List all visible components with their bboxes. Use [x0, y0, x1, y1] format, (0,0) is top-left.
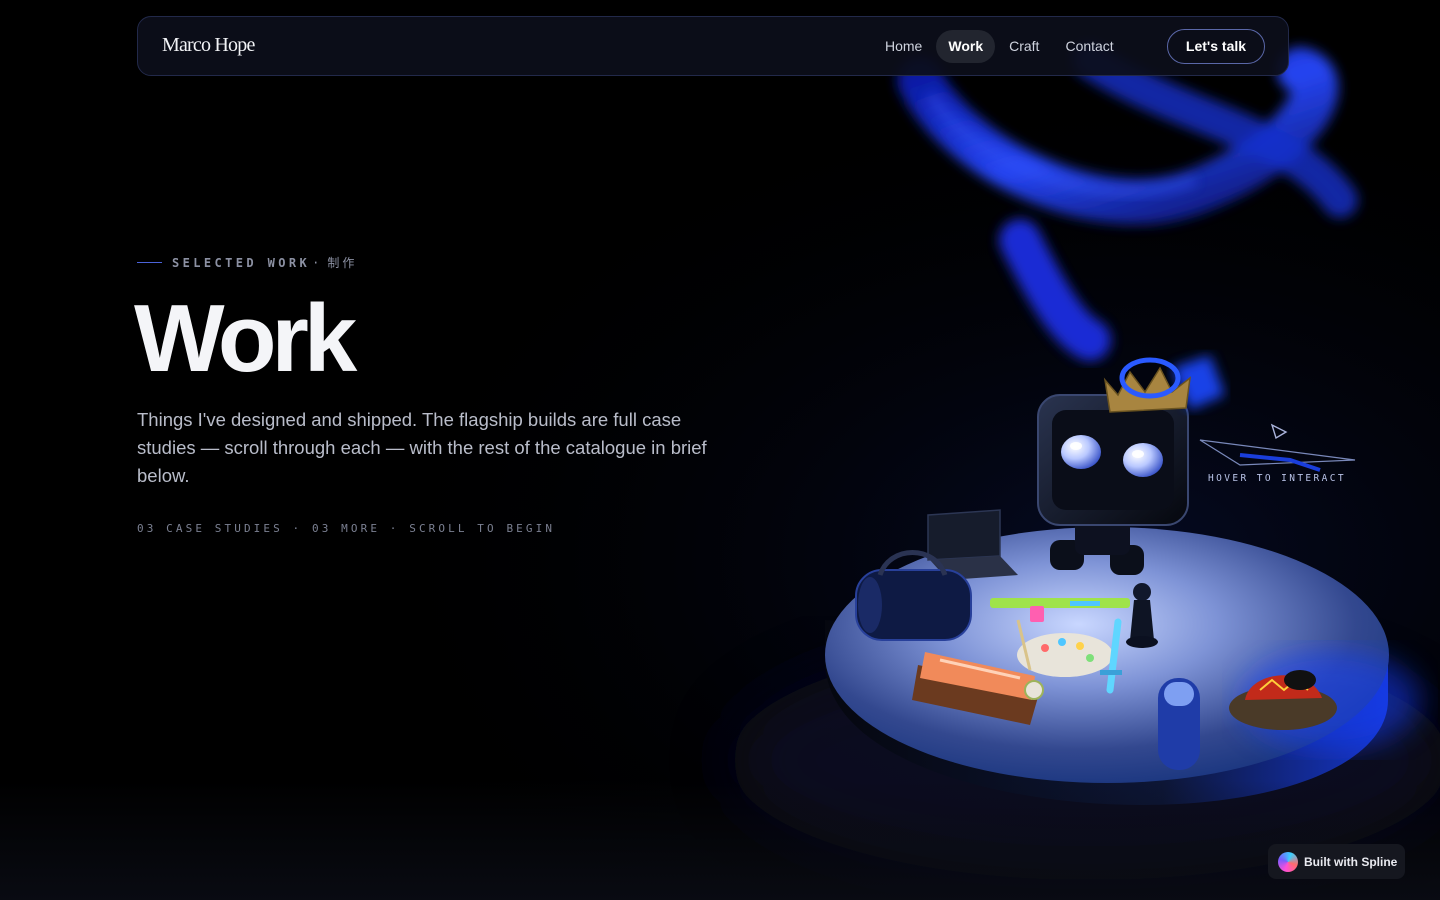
brand-logo[interactable]: Marco Hope — [162, 34, 255, 57]
skateboard-icon — [1158, 678, 1200, 770]
spline-badge-label: Built with Spline — [1304, 854, 1398, 869]
nav-link-home[interactable]: Home — [873, 30, 934, 63]
spline-logo-icon — [1278, 851, 1298, 872]
lets-talk-button[interactable]: Let's talk — [1167, 29, 1265, 64]
eyebrow-label: SELECTED WORK — [172, 255, 311, 270]
nav-link-contact[interactable]: Contact — [1053, 30, 1125, 63]
hover-hint: HOVER TO INTERACT — [1208, 473, 1347, 484]
section-meta: 03 CASE STUDIES · 03 MORE · SCROLL TO BE… — [137, 522, 556, 535]
nav-links: Home Work Craft Contact — [873, 30, 1128, 63]
eyebrow: SELECTED WORK · 制作 — [137, 254, 357, 271]
eyebrow-separator: · — [312, 255, 320, 270]
nav-link-craft[interactable]: Craft — [997, 30, 1051, 63]
page-title: Work — [134, 285, 357, 392]
top-nav: Marco Hope Home Work Craft Contact Let's… — [137, 16, 1289, 76]
eyebrow-cjk-label: 制作 — [327, 256, 358, 270]
nav-link-work[interactable]: Work — [936, 30, 996, 63]
page-description: Things I've designed and shipped. The fl… — [137, 409, 707, 486]
eyebrow-rule — [137, 262, 162, 263]
built-with-spline-badge[interactable]: Built with Spline — [1268, 844, 1405, 879]
bottom-fade — [0, 780, 1440, 900]
